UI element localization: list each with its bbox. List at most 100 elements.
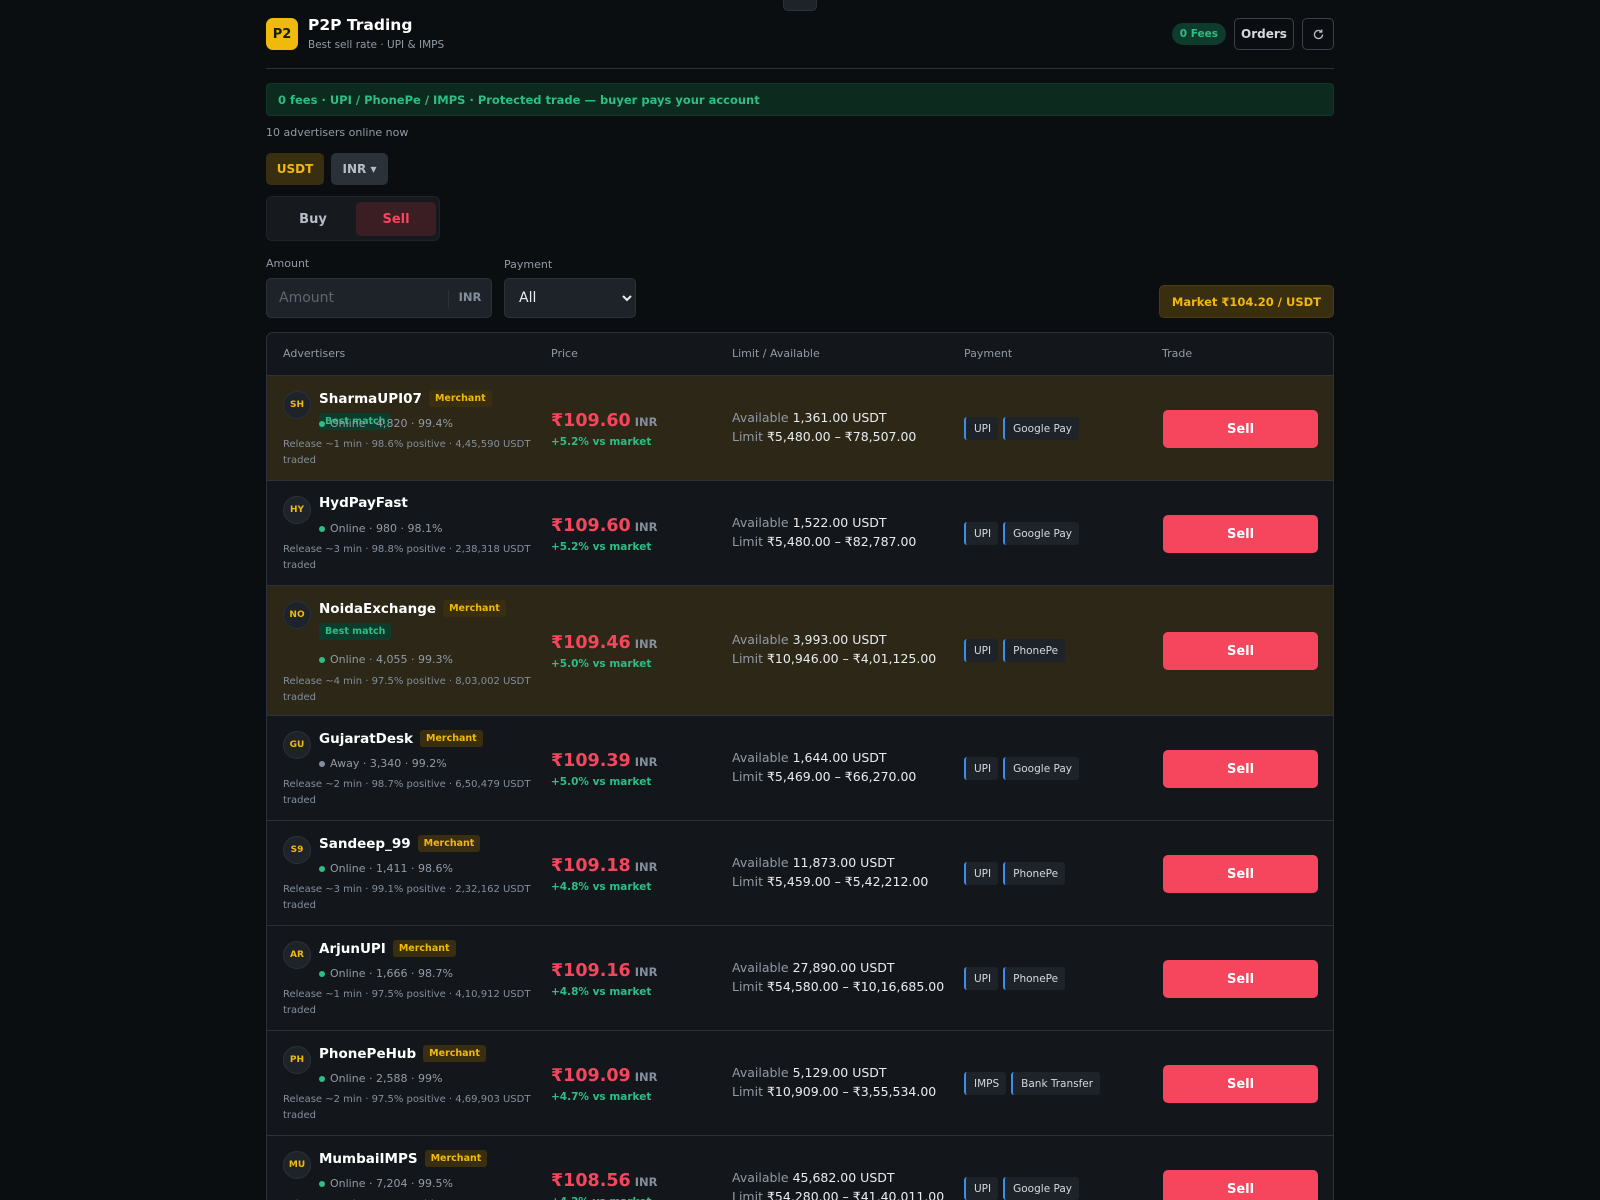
amount-input[interactable] (279, 288, 439, 308)
available-value: 45,682.00 USDT (792, 1170, 895, 1185)
buy-sell-toggle: Buy Sell (266, 196, 440, 241)
table-row: MU MumbaiIMPS Merchant Online · 7,204 · 99.… (267, 1136, 1333, 1200)
orders-button[interactable]: Orders (1234, 18, 1294, 50)
payment-tag: PhonePe (1003, 862, 1066, 885)
payment-methods: UPI PhonePe (964, 639, 1066, 662)
available-label: Available (732, 750, 789, 765)
payment-tag: Google Pay (1003, 757, 1079, 780)
advertiser-status: Online · 1,666 · 98.7% (319, 967, 453, 980)
online-dot-icon (319, 656, 325, 663)
payment-tag: UPI (964, 757, 999, 780)
price: ₹109.60 (551, 516, 631, 536)
advertiser-name[interactable]: ArjunUPI (319, 941, 386, 957)
price: ₹109.60 (551, 411, 631, 431)
advertiser-name[interactable]: GujaratDesk (319, 731, 413, 747)
advertiser-name-group: Sandeep_99 Merchant (319, 835, 547, 852)
online-dot-icon (319, 420, 325, 427)
payment-tag: Google Pay (1003, 417, 1079, 440)
best-match-badge: Best match (319, 623, 392, 640)
tab-sell[interactable]: Sell (356, 202, 436, 236)
asset-usdt-button[interactable]: USDT (266, 153, 324, 185)
limit-label: Limit (732, 651, 763, 666)
advertiser-name[interactable]: MumbaiIMPS (319, 1151, 418, 1167)
advertiser-name[interactable]: PhonePeHub (319, 1046, 416, 1062)
sell-button[interactable]: Sell (1163, 750, 1318, 788)
price: ₹108.56 (551, 1171, 631, 1191)
available-line: Available 45,682.00 USDT (732, 1170, 895, 1185)
advertiser-status: Away · 3,340 · 99.2% (319, 757, 447, 770)
sell-button[interactable]: Sell (1163, 1170, 1318, 1200)
status-text: Online · 7,204 · 99.5% (330, 1177, 453, 1190)
release-info: Release ~2 min · 98.7% positive · 6,50,4… (283, 779, 531, 806)
price-currency: INR (634, 520, 658, 534)
avatar: HY (283, 496, 311, 524)
avatar: MU (283, 1151, 311, 1179)
available-value: 11,873.00 USDT (792, 855, 895, 870)
limit-value: ₹5,469.00 – ₹66,270.00 (766, 769, 917, 784)
payment-methods: UPI Google Pay (964, 1177, 1079, 1200)
advertiser-name[interactable]: NoidaExchange (319, 601, 436, 617)
payment-methods: UPI Google Pay (964, 757, 1079, 780)
available-line: Available 3,993.00 USDT (732, 632, 887, 647)
payment-tag: UPI (964, 417, 999, 440)
advertiser-name[interactable]: SharmaUPI07 (319, 391, 422, 407)
price-group: ₹109.16 INR (551, 961, 657, 981)
release-info: Release ~3 min · 99.1% positive · 2,32,1… (283, 884, 531, 911)
status-text: Online · 1,666 · 98.7% (330, 967, 453, 980)
vs-market: +5.0% vs market (551, 658, 652, 670)
limit-label: Limit (732, 429, 763, 444)
sell-button[interactable]: Sell (1163, 855, 1318, 893)
table-row: SH SharmaUPI07 Merchant Best match Online · … (267, 376, 1333, 481)
sell-button[interactable]: Sell (1163, 960, 1318, 998)
fiat-dropdown[interactable]: INR ▾ (331, 153, 388, 185)
limit-line: Limit ₹54,580.00 – ₹10,16,685.00 (732, 979, 944, 994)
price-currency: INR (634, 1070, 658, 1084)
sell-button[interactable]: Sell (1163, 632, 1318, 670)
page-title: P2P Trading (308, 16, 413, 34)
advertiser-name[interactable]: HydPayFast (319, 495, 408, 511)
header: P2 P2P Trading Best sell rate · UPI & IM… (266, 0, 1334, 69)
payment-select[interactable]: All (504, 278, 636, 318)
price: ₹109.39 (551, 751, 631, 771)
available-value: 1,361.00 USDT (792, 410, 887, 425)
amount-divider (448, 290, 449, 308)
payment-tag: UPI (964, 1177, 999, 1200)
limit-line: Limit ₹54,280.00 – ₹41,40,011.00 (732, 1189, 944, 1200)
refresh-button[interactable] (1302, 18, 1334, 50)
refresh-icon (1313, 28, 1323, 39)
payment-methods: UPI PhonePe (964, 967, 1066, 990)
available-line: Available 1,644.00 USDT (732, 750, 887, 765)
price-currency: INR (634, 860, 658, 874)
price-group: ₹109.39 INR (551, 751, 657, 771)
release-info: Release ~1 min · 98.6% positive · 4,45,5… (283, 439, 531, 466)
table-row: NO NoidaExchange Merchant Best match Online … (267, 586, 1333, 716)
sell-button[interactable]: Sell (1163, 410, 1318, 448)
limit-value: ₹10,946.00 – ₹4,01,125.00 (766, 651, 937, 666)
limit-value: ₹10,909.00 – ₹3,55,534.00 (766, 1084, 937, 1099)
sell-button[interactable]: Sell (1163, 1065, 1318, 1103)
app-logo: P2 (266, 18, 298, 50)
sell-button[interactable]: Sell (1163, 515, 1318, 553)
payment-label: Payment (504, 258, 553, 271)
status-text: Online · 1,411 · 98.6% (330, 862, 453, 875)
available-label: Available (732, 410, 789, 425)
tab-buy[interactable]: Buy (275, 202, 351, 236)
price-currency: INR (634, 755, 658, 769)
available-value: 1,522.00 USDT (792, 515, 887, 530)
vs-market: +5.0% vs market (551, 776, 652, 788)
limit-label: Limit (732, 874, 763, 889)
available-label: Available (732, 1065, 789, 1080)
limit-line: Limit ₹5,459.00 – ₹5,42,212.00 (732, 874, 928, 889)
advertiser-name-group: HydPayFast (319, 495, 547, 511)
col-payment: Payment (964, 347, 1013, 360)
available-value: 1,644.00 USDT (792, 750, 887, 765)
advertiser-status: Online · 1,411 · 98.6% (319, 862, 453, 875)
table-row: GU GujaratDesk Merchant Away · 3,340 · 99.2… (267, 716, 1333, 821)
vs-market: +4.7% vs market (551, 1091, 652, 1103)
col-price: Price (551, 347, 578, 360)
payment-tag: UPI (964, 639, 999, 662)
advertiser-name[interactable]: Sandeep_99 (319, 836, 411, 852)
limit-line: Limit ₹5,480.00 – ₹82,787.00 (732, 534, 916, 549)
limit-value: ₹5,459.00 – ₹5,42,212.00 (766, 874, 929, 889)
price-group: ₹109.18 INR (551, 856, 657, 876)
